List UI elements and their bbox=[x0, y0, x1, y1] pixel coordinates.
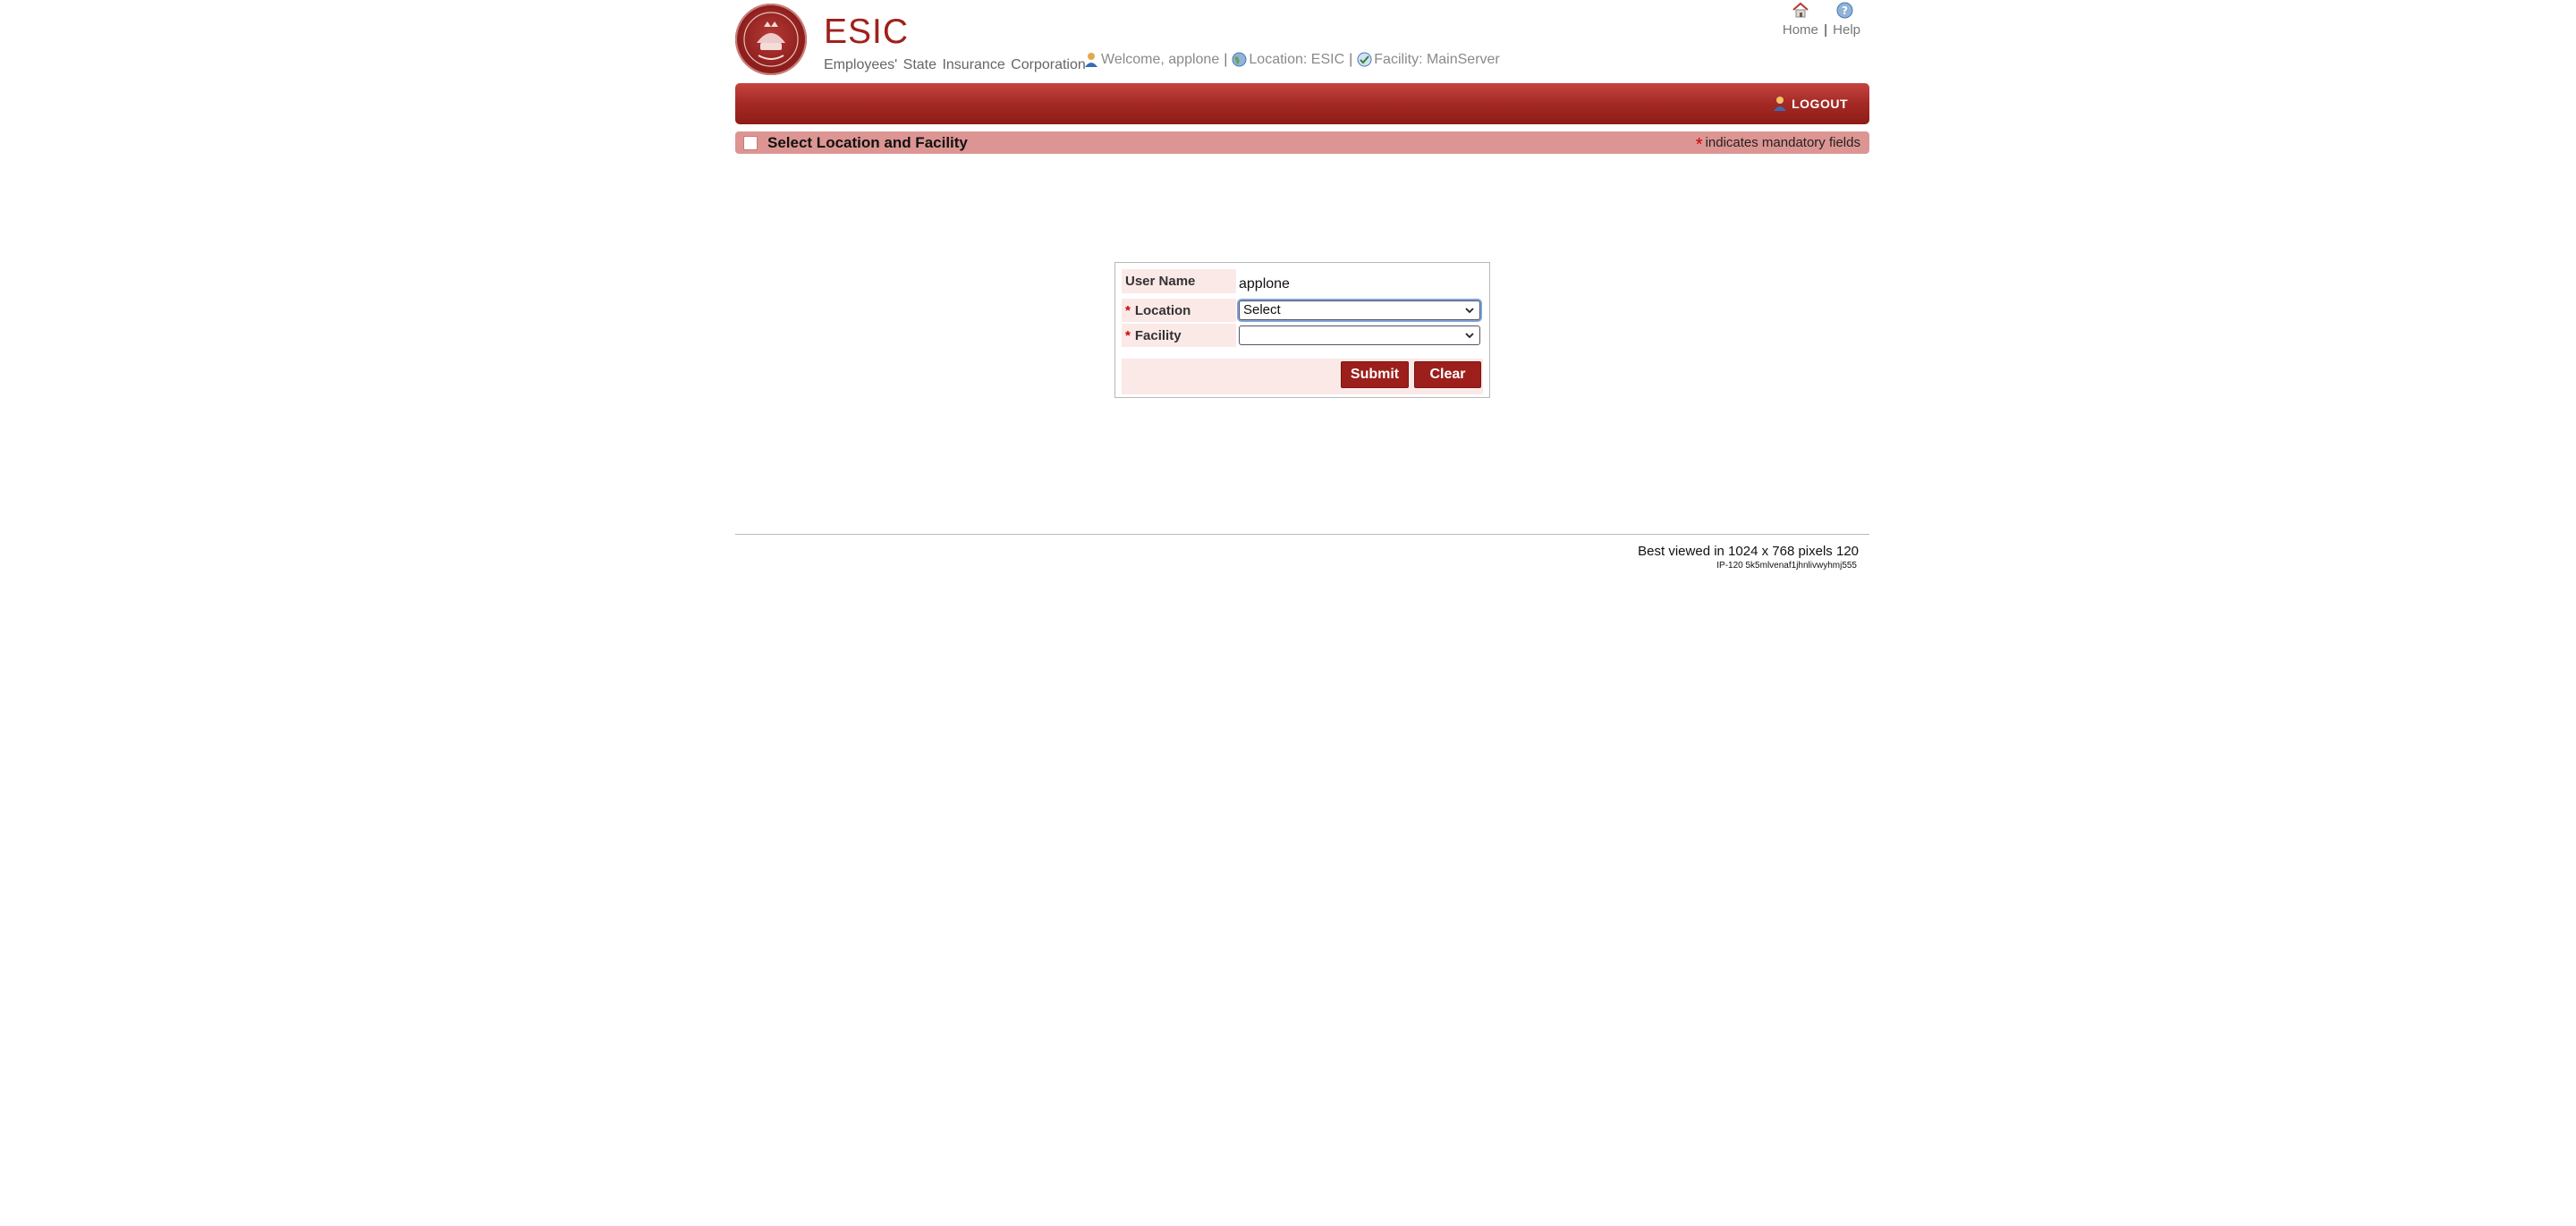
user-icon bbox=[1084, 52, 1098, 68]
session-info: Welcome, applone | Location: ESIC | Faci… bbox=[1084, 52, 1500, 68]
facility-select[interactable] bbox=[1239, 326, 1480, 345]
logout-button[interactable]: LOGOUT bbox=[1774, 96, 1848, 112]
separator: | bbox=[1349, 52, 1353, 67]
chevron-down-icon bbox=[1465, 333, 1474, 339]
footer-best-viewed: Best viewed in 1024 x 768 pixels 120 bbox=[1638, 544, 1859, 559]
username-row: User Name applone bbox=[1122, 269, 1483, 293]
svg-text:?: ? bbox=[1842, 4, 1848, 17]
brand-title: ESIC bbox=[824, 13, 910, 51]
location-selected: Select bbox=[1243, 302, 1281, 317]
help-link[interactable]: Help bbox=[1833, 22, 1860, 38]
chevron-down-icon bbox=[1465, 308, 1474, 314]
facility-text: Facility: MainServer bbox=[1374, 52, 1500, 67]
footer-divider bbox=[735, 534, 1869, 535]
logout-icon bbox=[1774, 97, 1787, 111]
clear-button[interactable]: Clear bbox=[1414, 361, 1481, 388]
facility-label-text: Facility bbox=[1134, 327, 1182, 343]
form-actions: Submit Clear bbox=[1122, 359, 1483, 394]
footer-ip-info: IP-120 5k5mlvenaf1jhnlivwyhmj555 bbox=[1716, 561, 1857, 571]
location-select[interactable]: Select bbox=[1239, 300, 1480, 320]
submit-button[interactable]: Submit bbox=[1341, 361, 1409, 388]
top-links: ? Home | Help bbox=[1783, 2, 1860, 38]
section-header: Select Location and Facility * indicates … bbox=[735, 131, 1869, 156]
location-row: * Location Select bbox=[1122, 299, 1483, 322]
location-label-text: Location bbox=[1134, 302, 1191, 318]
link-separator: | bbox=[1824, 22, 1827, 38]
required-star: * bbox=[1695, 135, 1703, 155]
required-marker: * bbox=[1125, 302, 1131, 318]
location-label: * Location bbox=[1122, 299, 1236, 322]
location-text: Location: ESIC bbox=[1249, 52, 1345, 67]
page-title: Select Location and Facility bbox=[767, 134, 968, 151]
mandatory-note: * indicates mandatory fields bbox=[1696, 135, 1860, 156]
welcome-text: Welcome, applone bbox=[1101, 52, 1220, 67]
separator: | bbox=[1224, 52, 1228, 67]
location-facility-form: User Name applone * Location Select * Faci… bbox=[1114, 262, 1490, 398]
username-label: User Name bbox=[1122, 269, 1236, 293]
home-icon[interactable] bbox=[1792, 2, 1809, 21]
mandatory-text: indicates mandatory fields bbox=[1705, 135, 1860, 150]
logout-label: LOGOUT bbox=[1792, 97, 1848, 111]
facility-row: * Facility bbox=[1122, 324, 1483, 347]
facility-label: * Facility bbox=[1122, 324, 1236, 347]
facility-icon bbox=[1357, 52, 1372, 68]
username-value: applone bbox=[1239, 275, 1290, 292]
main-navbar: LOGOUT bbox=[735, 83, 1869, 124]
section-icon bbox=[743, 136, 758, 150]
brand-subtitle: Employees' State Insurance Corporation bbox=[824, 57, 1086, 72]
required-marker: * bbox=[1125, 327, 1131, 343]
globe-icon bbox=[1232, 52, 1247, 68]
esic-logo bbox=[735, 4, 807, 75]
home-link[interactable]: Home bbox=[1783, 22, 1818, 38]
help-icon[interactable]: ? bbox=[1836, 2, 1853, 22]
